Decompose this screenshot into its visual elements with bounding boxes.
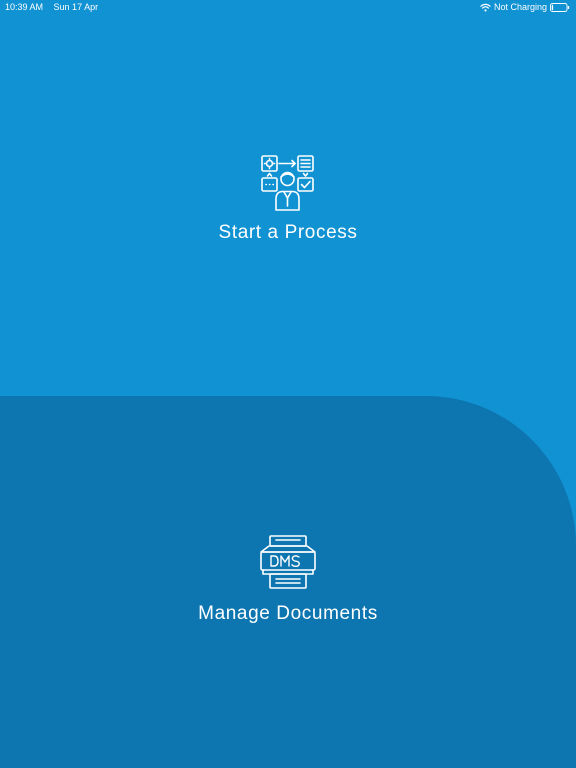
start-process-label: Start a Process xyxy=(218,222,358,243)
status-date: Sun 17 Apr xyxy=(53,2,99,12)
start-process-panel[interactable]: Start a Process xyxy=(0,0,576,396)
battery-icon xyxy=(550,2,570,12)
status-left: 10:39 AM Sun 17 Apr xyxy=(5,2,106,12)
dms-icon xyxy=(260,535,316,589)
app-screen: 10:39 AM Sun 17 Apr Not Charging Start a… xyxy=(0,0,576,768)
start-process-button[interactable]: Start a Process xyxy=(188,150,388,260)
manage-documents-panel[interactable]: Manage Documents xyxy=(0,396,576,768)
wifi-icon xyxy=(480,3,491,12)
status-time: 10:39 AM xyxy=(5,2,44,12)
battery-level xyxy=(551,4,554,10)
manage-documents-label: Manage Documents xyxy=(198,603,378,624)
process-workflow-icon xyxy=(261,155,314,211)
manage-documents-button[interactable]: Manage Documents xyxy=(168,532,408,632)
status-bar: 10:39 AM Sun 17 Apr Not Charging xyxy=(0,0,576,16)
charging-status: Not Charging xyxy=(493,2,547,12)
status-right: Not Charging xyxy=(480,2,570,12)
